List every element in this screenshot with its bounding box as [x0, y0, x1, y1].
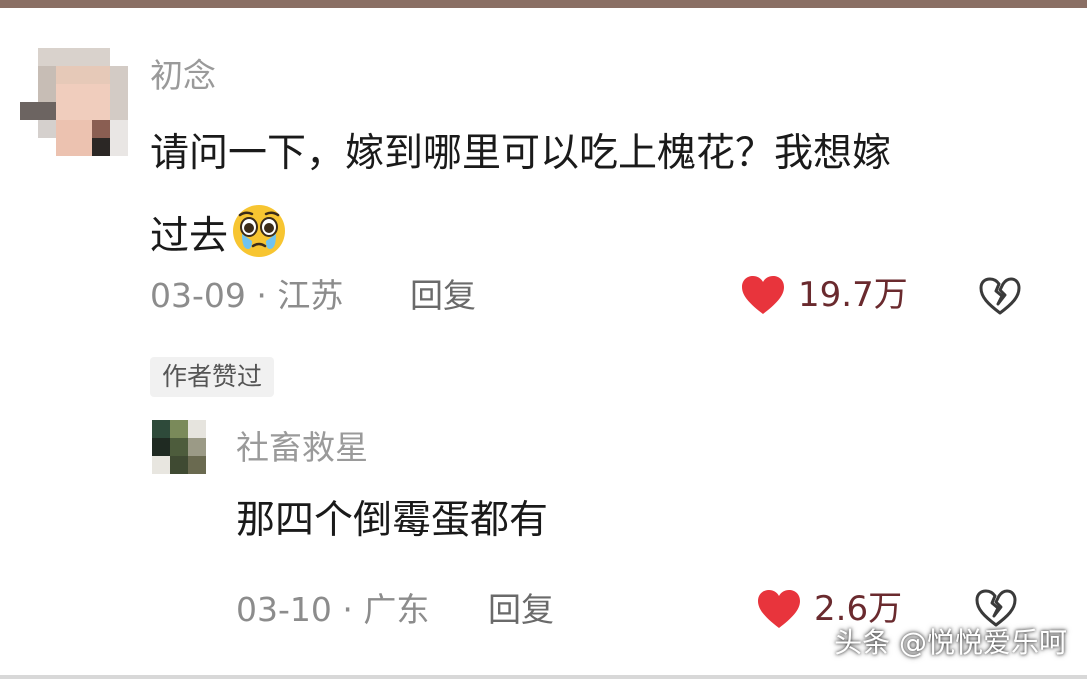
reply-date: 03-10 — [236, 590, 332, 629]
bottom-border — [0, 675, 1087, 679]
reply-separator: · — [342, 590, 353, 629]
top-border — [0, 0, 1087, 8]
reply-location: 广东 — [363, 590, 430, 629]
heart-icon — [758, 590, 800, 628]
comment-text-line1: 请问一下，嫁到哪里可以吃上槐花？我想嫁 — [150, 131, 892, 176]
reply-text: 那四个倒霉蛋都有 — [236, 498, 549, 543]
comment-separator: · — [256, 276, 267, 315]
comment-like-button[interactable]: 19.7万 — [740, 274, 908, 316]
comment-like-count: 19.7万 — [798, 275, 908, 315]
reply-avatar[interactable] — [152, 420, 206, 474]
reply-like-count: 2.6万 — [814, 589, 903, 629]
heart-icon — [742, 276, 784, 314]
comment-date: 03-09 — [150, 276, 246, 315]
comment-text-line2-text: 过去 — [150, 214, 229, 259]
broken-heart-icon — [975, 589, 1017, 627]
author-liked-badge: 作者赞过 — [150, 357, 275, 397]
reply-meta: 03-10 · 广东 — [236, 590, 429, 630]
reply-reply-button[interactable]: 回复 — [488, 590, 554, 630]
reply-username[interactable]: 社畜救星 — [236, 428, 368, 468]
pleading-face-icon — [230, 201, 288, 276]
reply-like-button[interactable]: 2.6万 — [756, 588, 902, 630]
watermark: 头条 @悦悦爱乐呵 — [834, 626, 1067, 659]
comment-text-line2: 过去 — [150, 201, 288, 276]
comment-username[interactable]: 初念 — [150, 56, 216, 96]
comment-dislike-button[interactable] — [978, 276, 1022, 320]
comment-location: 江苏 — [277, 276, 344, 315]
comment-meta: 03-09 · 江苏 — [150, 276, 343, 316]
broken-heart-icon — [979, 277, 1021, 315]
comment-reply-button[interactable]: 回复 — [410, 276, 476, 316]
avatar[interactable] — [20, 48, 128, 156]
